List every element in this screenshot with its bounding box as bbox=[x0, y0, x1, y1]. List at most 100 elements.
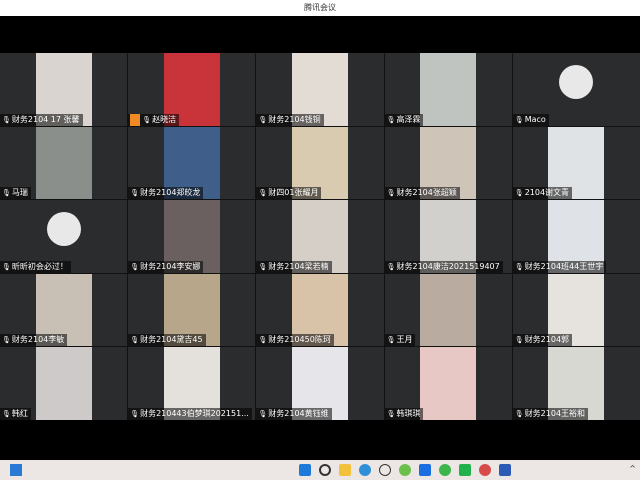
participant-tile[interactable]: 🎙财四01张耀月 bbox=[256, 126, 384, 200]
participant-tile[interactable]: 🎙财务2104黛吉45 bbox=[128, 273, 256, 347]
widgets-icon[interactable] bbox=[10, 464, 22, 476]
participant-tile[interactable]: 🎙韩红 bbox=[0, 347, 128, 420]
participant-tile[interactable]: 🎙王月 bbox=[384, 273, 512, 347]
participant-tile[interactable]: 🎙马瑞 bbox=[0, 126, 128, 200]
microphone-icon: 🎙 bbox=[2, 336, 11, 345]
start-icon[interactable] bbox=[299, 464, 311, 476]
participant-tile[interactable]: 🎙财务2104郑皎龙 bbox=[128, 126, 256, 200]
participant-name: 王月 bbox=[396, 335, 413, 345]
participant-name: 赵晓洁 bbox=[152, 114, 177, 124]
microphone-icon: 🎙 bbox=[130, 336, 140, 345]
participant-name-label: 🎙2104谢文青 bbox=[512, 187, 573, 200]
participant-name-label: 🎙财务2104王裕和 bbox=[512, 407, 589, 420]
participant-tile[interactable]: 🎙财务2104李安娜 bbox=[128, 200, 256, 273]
participant-name: 财务2104钱铜 bbox=[268, 114, 321, 124]
participant-tile[interactable]: 🎙韩琪琪 bbox=[384, 347, 512, 420]
participant-tile[interactable]: 🎙财务2104郭 bbox=[512, 273, 640, 347]
participant-name-label: 🎙高泽霖 bbox=[384, 113, 424, 126]
participant-tile[interactable]: 🎙高泽霖 bbox=[384, 53, 512, 126]
word-icon[interactable] bbox=[499, 464, 511, 476]
participant-name-label: 🎙马瑞 bbox=[0, 187, 31, 200]
participant-name-label: 🎙财四01张耀月 bbox=[256, 187, 322, 200]
ie-browser-icon[interactable] bbox=[399, 464, 411, 476]
microphone-icon: 🎙 bbox=[130, 189, 140, 198]
participant-name-label: 🎙王月 bbox=[384, 334, 416, 347]
participant-tile[interactable]: 🎙Maco bbox=[512, 53, 640, 126]
participant-name-label: 🎙韩琪琪 bbox=[384, 407, 424, 420]
tencent-meeting-icon[interactable] bbox=[419, 464, 431, 476]
microphone-icon: 🎙 bbox=[258, 336, 268, 345]
participant-name: 财务2104班44王世宇 bbox=[524, 261, 604, 271]
microphone-icon: 🎙 bbox=[142, 115, 152, 124]
tray-chevron-icon[interactable]: ^ bbox=[629, 464, 636, 473]
participant-name: 财务210443伯梦琪202151... bbox=[140, 408, 249, 418]
participant-tile[interactable]: 🎙财务2104梁若楠 bbox=[256, 200, 384, 273]
video-feed bbox=[420, 347, 477, 420]
participant-name-label: 🎙财务2104黛吉45 bbox=[128, 334, 206, 347]
microphone-icon: 🎙 bbox=[386, 336, 396, 345]
participant-name-label: 🎙财务2104李安娜 bbox=[128, 260, 204, 273]
participant-name: 财务2104 17 张馨 bbox=[11, 114, 80, 124]
microphone-icon: 🎙 bbox=[386, 189, 396, 198]
participant-tile[interactable]: 🎙赵晓洁 bbox=[128, 53, 256, 126]
host-icon bbox=[130, 113, 141, 126]
participant-name: 财务2104康洁2021519407 bbox=[396, 261, 500, 271]
participant-name-label: 🎙财务2104郭 bbox=[512, 334, 573, 347]
search-icon[interactable] bbox=[319, 464, 331, 476]
microphone-icon: 🎙 bbox=[514, 115, 524, 124]
microphone-icon: 🎙 bbox=[514, 262, 524, 271]
participant-tile[interactable]: 🎙2104谢文青 bbox=[512, 126, 640, 200]
participant-name-label: 🎙财务2104郑皎龙 bbox=[128, 187, 204, 200]
participant-name: 财务2104黄钰维 bbox=[268, 408, 329, 418]
participant-tile[interactable]: 🎙财务2104钱铜 bbox=[256, 53, 384, 126]
participant-tile[interactable]: 🎙财务2104张超颖 bbox=[384, 126, 512, 200]
participant-name: 高泽霖 bbox=[396, 114, 421, 124]
participant-tile[interactable]: 🎙财务2104康洁2021519407 bbox=[384, 200, 512, 273]
participant-tile[interactable]: 🎙财务2104王裕和 bbox=[512, 347, 640, 420]
wechat-icon[interactable] bbox=[439, 464, 451, 476]
microphone-icon: 🎙 bbox=[258, 262, 268, 271]
participant-name: 财务210450陈珂 bbox=[268, 335, 331, 345]
participant-name-label: 🎙财务2104 17 张馨 bbox=[0, 113, 83, 126]
participant-name: 韩琪琪 bbox=[396, 408, 421, 418]
participant-name-label: 🎙韩红 bbox=[0, 407, 31, 420]
iqiyi-icon[interactable] bbox=[459, 464, 471, 476]
avatar bbox=[559, 65, 594, 99]
microphone-icon: 🎙 bbox=[258, 115, 268, 124]
participant-tile[interactable]: 🎙财务2104班44王世宇 bbox=[512, 200, 640, 273]
microphone-icon: 🎙 bbox=[514, 336, 524, 345]
participant-name-label: 🎙赵晓洁 bbox=[128, 113, 180, 126]
microphone-icon: 🎙 bbox=[386, 409, 396, 418]
participant-tile[interactable]: 🎙昕昕初会必过！ bbox=[0, 200, 128, 273]
participant-name: Maco bbox=[524, 114, 546, 124]
microphone-icon: 🎙 bbox=[2, 189, 11, 198]
participant-name-label: 🎙财务2104李敏 bbox=[0, 334, 68, 347]
participant-name-label: 🎙财务2104梁若楠 bbox=[256, 260, 332, 273]
participant-tile[interactable]: 🎙财务210443伯梦琪202151... bbox=[128, 347, 256, 420]
participant-name: 财务2104黛吉45 bbox=[140, 335, 203, 345]
edge-icon[interactable] bbox=[359, 464, 371, 476]
dell-icon[interactable] bbox=[379, 464, 391, 476]
participant-name: 财务2104张超颖 bbox=[396, 188, 457, 198]
participant-tile[interactable]: 🎙财务2104黄钰维 bbox=[256, 347, 384, 420]
video-feed bbox=[420, 273, 477, 347]
microphone-icon: 🎙 bbox=[386, 115, 396, 124]
participant-name-label: 🎙财务2104张超颖 bbox=[384, 187, 460, 200]
microphone-icon: 🎙 bbox=[130, 262, 140, 271]
microphone-icon: 🎙 bbox=[258, 189, 268, 198]
microphone-icon: 🎙 bbox=[2, 262, 11, 271]
participant-tile[interactable]: 🎙财务2104李敏 bbox=[0, 273, 128, 347]
microphone-icon: 🎙 bbox=[2, 115, 11, 124]
avatar bbox=[46, 212, 81, 247]
participant-tile[interactable]: 🎙财务2104 17 张馨 bbox=[0, 53, 128, 126]
app-icon[interactable] bbox=[479, 464, 491, 476]
participant-tile[interactable]: 🎙财务210450陈珂 bbox=[256, 273, 384, 347]
microphone-icon: 🎙 bbox=[258, 409, 268, 418]
microphone-icon: 🎙 bbox=[514, 409, 524, 418]
participant-name: 财务2104王裕和 bbox=[524, 408, 586, 418]
participant-name-label: 🎙Maco bbox=[512, 113, 549, 126]
window-title: 腾讯会议 bbox=[0, 0, 640, 16]
file-explorer-icon[interactable] bbox=[339, 464, 351, 476]
participant-name: 财务2104郭 bbox=[524, 335, 570, 345]
participant-name-label: 🎙财务2104班44王世宇 bbox=[512, 260, 607, 273]
